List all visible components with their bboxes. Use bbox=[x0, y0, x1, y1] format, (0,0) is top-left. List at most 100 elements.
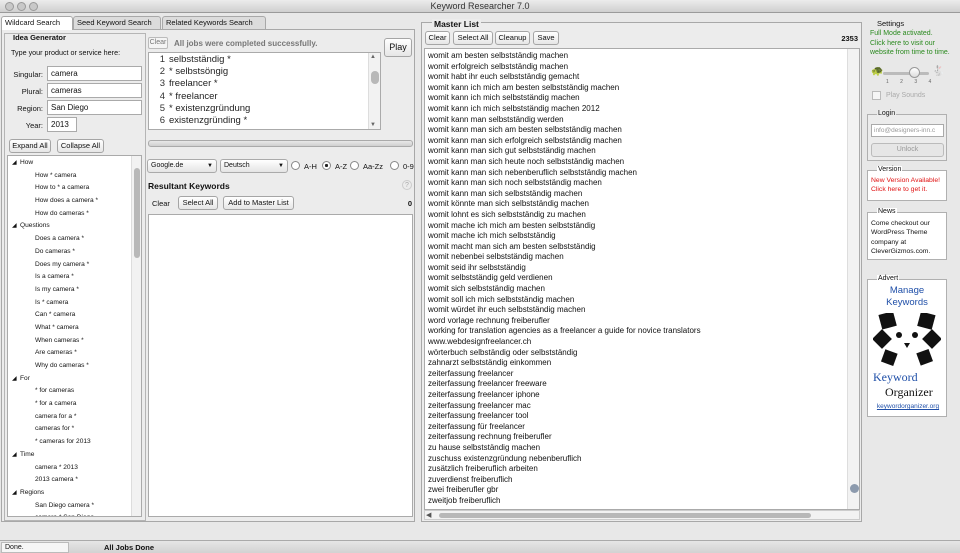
tree-item[interactable]: Why do cameras * bbox=[8, 360, 131, 373]
tree-item[interactable]: * cameras for 2013 bbox=[8, 436, 131, 449]
disclosure-triangle-icon[interactable]: ◢ bbox=[12, 220, 20, 233]
sort-radio-a-h[interactable] bbox=[291, 161, 300, 170]
tree-item[interactable]: camera * San Diego bbox=[8, 512, 131, 516]
clear-jobs-button[interactable]: Clear bbox=[148, 37, 168, 49]
tab-related-keywords-search[interactable]: Related Keywords Search bbox=[162, 16, 266, 29]
tab-wildcard-search[interactable]: Wildcard Search bbox=[1, 16, 73, 30]
unlock-button[interactable]: Unlock bbox=[871, 143, 944, 157]
resultant-keywords-list[interactable] bbox=[148, 214, 413, 517]
master-list-item[interactable]: zeiterfassung freelancer freeware bbox=[425, 379, 859, 390]
tree-item[interactable]: * for cameras bbox=[8, 385, 131, 398]
master-list-item[interactable]: womit lohnt es sich selbstständig zu mac… bbox=[425, 210, 859, 221]
master-list-item[interactable]: womit kann man sich gut selbstständig ma… bbox=[425, 146, 859, 157]
master-list-item[interactable]: zweitjob freiberuflich bbox=[425, 496, 859, 507]
disclosure-triangle-icon[interactable]: ◢ bbox=[12, 157, 20, 170]
tree-item[interactable]: Is * camera bbox=[8, 297, 131, 310]
master-list-item[interactable]: zeiterfassung freelancer bbox=[425, 369, 859, 380]
master-list-item[interactable]: zuverdienst freiberuflich bbox=[425, 475, 859, 486]
master-list-item[interactable]: womit soll ich mich selbstständig machen bbox=[425, 295, 859, 306]
job-line[interactable]: 1 selbstständig * bbox=[149, 54, 380, 66]
idea-tree-scrollbar[interactable] bbox=[131, 156, 141, 516]
tree-item[interactable]: How to * a camera bbox=[8, 182, 131, 195]
login-email-input[interactable]: info@designers-inn.c bbox=[871, 124, 944, 137]
master-scroll-thumb[interactable] bbox=[850, 484, 859, 493]
master-list-item[interactable]: womit seid ihr selbstständig bbox=[425, 263, 859, 274]
master-list-item[interactable]: womit mache ich mich am besten selbststä… bbox=[425, 221, 859, 232]
tree-item[interactable]: How * camera bbox=[8, 170, 131, 183]
tree-item[interactable]: What * camera bbox=[8, 322, 131, 335]
get-version-link[interactable]: Click here to get it. bbox=[871, 185, 949, 194]
master-list-item[interactable]: zwei freiberufler gbr bbox=[425, 485, 859, 496]
tree-category[interactable]: ◢ Questions bbox=[8, 220, 131, 233]
region-input[interactable]: San Diego bbox=[47, 100, 142, 115]
master-list-item[interactable]: womit nebenbei selbstständig machen bbox=[425, 252, 859, 263]
master-list-item[interactable]: womit kann ich mich selbstständig machen… bbox=[425, 104, 859, 115]
master-list-item[interactable]: zeiterfassung rechnung freiberufler bbox=[425, 432, 859, 443]
master-list-item[interactable]: womit am besten selbstständig machen bbox=[425, 51, 859, 62]
master-list-item[interactable]: zeiterfassung freelancer tool bbox=[425, 411, 859, 422]
tree-item[interactable]: Does my camera * bbox=[8, 259, 131, 272]
advert-url-link[interactable]: keywordorganizer.org bbox=[870, 403, 946, 410]
tree-item[interactable]: Is my camera * bbox=[8, 284, 131, 297]
idea-tree-scroll-thumb[interactable] bbox=[134, 168, 140, 258]
master-list-item[interactable]: womit habt ihr euch selbstständig gemach… bbox=[425, 72, 859, 83]
tree-item[interactable]: Can * camera bbox=[8, 309, 131, 322]
tree-category[interactable]: ◢ How bbox=[8, 157, 131, 170]
job-line[interactable]: 3 freelancer * bbox=[149, 78, 380, 90]
master-list-item[interactable]: womit kann man sich selbstständig machen bbox=[425, 189, 859, 200]
master-list-item[interactable]: zusätzlich freiberuflich arbeiten bbox=[425, 464, 859, 475]
master-list-item[interactable]: womit könnte man sich selbstständig mach… bbox=[425, 199, 859, 210]
visit-website-link[interactable]: Click here to visit our website from tim… bbox=[870, 39, 954, 58]
master-select-all-button[interactable]: Select All bbox=[453, 31, 493, 45]
master-list-item[interactable]: womit selbstständig geld verdienen bbox=[425, 273, 859, 284]
expand-all-button[interactable]: Expand All bbox=[9, 139, 51, 153]
master-list-item[interactable]: zu hause selbstständig machen bbox=[425, 443, 859, 454]
job-line[interactable]: 4 * freelancer bbox=[149, 91, 380, 103]
collapse-all-button[interactable]: Collapse All bbox=[57, 139, 104, 153]
master-list-item[interactable]: womit macht man sich am besten selbststä… bbox=[425, 242, 859, 253]
tree-item[interactable]: San Diego camera * bbox=[8, 500, 131, 513]
version-notice[interactable]: New Version Available! Click here to get… bbox=[871, 176, 949, 194]
tree-item[interactable]: Is a camera * bbox=[8, 271, 131, 284]
job-line[interactable]: 5 * existenzgründung bbox=[149, 103, 380, 115]
master-horizontal-scrollbar[interactable]: ◀ bbox=[424, 510, 860, 520]
master-list-item[interactable]: womit kann man sich nebenberuflich selbs… bbox=[425, 168, 859, 179]
speed-slider-track[interactable] bbox=[883, 72, 929, 75]
tree-item[interactable]: camera * 2013 bbox=[8, 462, 131, 475]
cleanup-button[interactable]: Cleanup bbox=[495, 31, 530, 45]
scroll-left-icon[interactable]: ◀ bbox=[426, 511, 431, 519]
tree-item[interactable]: cameras for * bbox=[8, 423, 131, 436]
jobs-editor-scrollbar[interactable]: ▲ ▼ bbox=[368, 53, 380, 129]
close-window-icon[interactable] bbox=[5, 2, 14, 11]
sort-radio-aa-zz[interactable] bbox=[350, 161, 359, 170]
tree-item[interactable]: When cameras * bbox=[8, 335, 131, 348]
tree-item[interactable]: * for a camera bbox=[8, 398, 131, 411]
tree-item[interactable]: Does a camera * bbox=[8, 233, 131, 246]
play-button[interactable]: Play bbox=[384, 38, 412, 57]
master-list-item[interactable]: zeiterfassung für freelancer bbox=[425, 422, 859, 433]
sort-radio-0-9[interactable] bbox=[390, 161, 399, 170]
master-list-item[interactable]: www.webdesignfreelancer.ch bbox=[425, 337, 859, 348]
master-list-item[interactable]: wörterbuch selbständig oder selbstständi… bbox=[425, 348, 859, 359]
tree-item[interactable]: camera for a * bbox=[8, 411, 131, 424]
master-list-item[interactable]: word vorlage rechnung freiberufler bbox=[425, 316, 859, 327]
tree-category[interactable]: ◢ Time bbox=[8, 449, 131, 462]
news-text[interactable]: Come checkout our WordPress Theme compan… bbox=[871, 219, 945, 256]
master-list-item[interactable]: womit kann man sich heute noch selbststä… bbox=[425, 157, 859, 168]
master-list-item[interactable]: womit sich selbstständig machen bbox=[425, 284, 859, 295]
master-clear-button[interactable]: Clear bbox=[425, 31, 450, 45]
tree-category[interactable]: ◢ For bbox=[8, 373, 131, 386]
resultant-clear-button[interactable]: Clear bbox=[152, 199, 170, 208]
disclosure-triangle-icon[interactable]: ◢ bbox=[12, 373, 20, 386]
master-list-item[interactable]: womit kann ich mich am besten selbststän… bbox=[425, 83, 859, 94]
speed-slider-handle[interactable] bbox=[909, 67, 920, 78]
master-list-item[interactable]: womit kann man sich noch selbstständig m… bbox=[425, 178, 859, 189]
sort-radio-a-z[interactable] bbox=[322, 161, 331, 170]
master-list-item[interactable]: womit kann man sich erfolgreich selbstst… bbox=[425, 136, 859, 147]
master-list-item[interactable]: zuschuss existenzgründung nebenberuflich bbox=[425, 454, 859, 465]
help-icon[interactable]: ? bbox=[402, 180, 412, 190]
tree-item[interactable]: How do cameras * bbox=[8, 208, 131, 221]
resultant-select-all-button[interactable]: Select All bbox=[178, 196, 218, 210]
plural-input[interactable]: cameras bbox=[47, 83, 142, 98]
scroll-up-icon[interactable]: ▲ bbox=[370, 54, 376, 60]
